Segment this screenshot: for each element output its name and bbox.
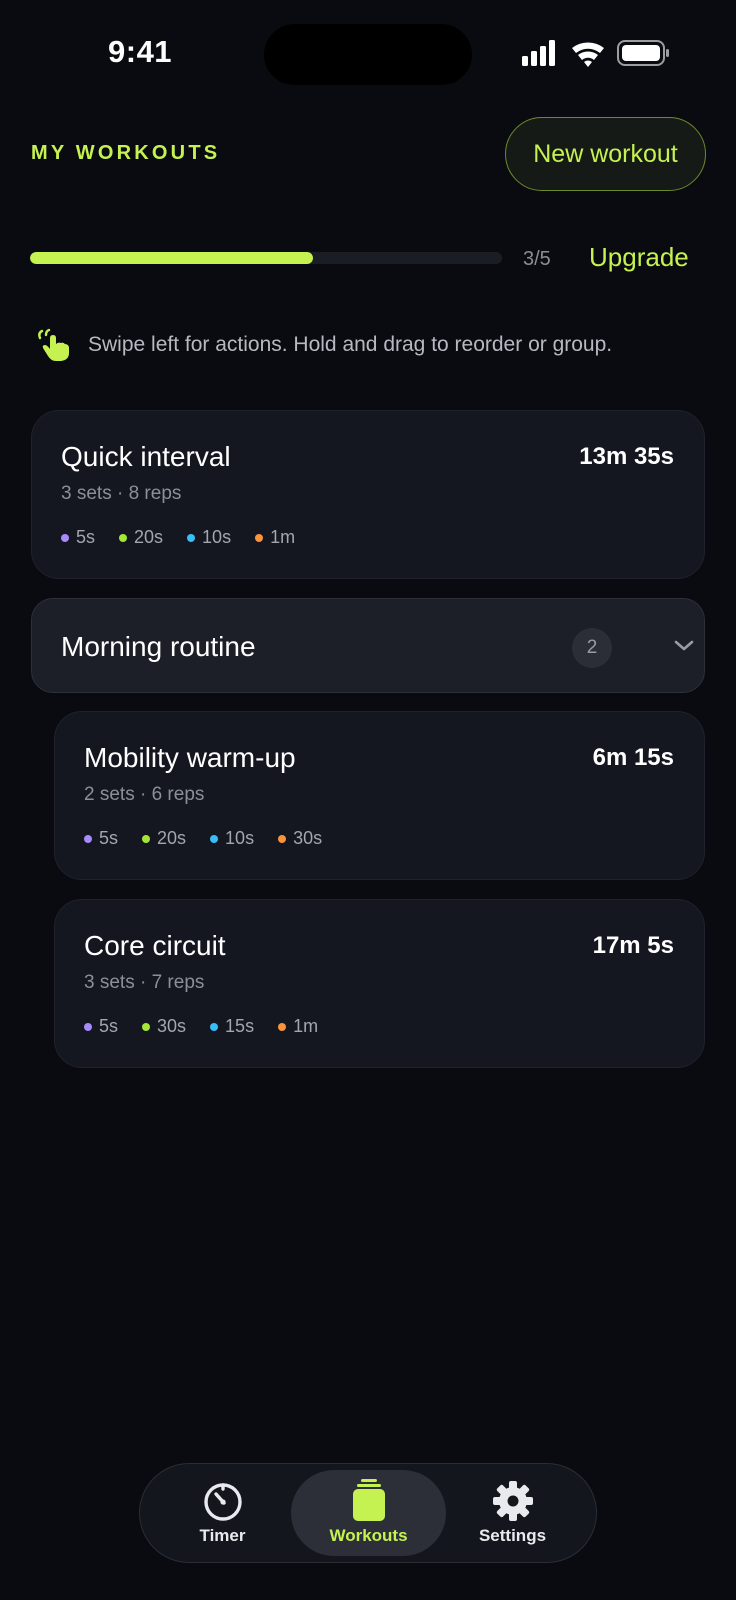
- workout-meta: 3 sets · 7 reps: [84, 972, 205, 993]
- workout-duration: 13m 35s: [579, 443, 674, 470]
- segment-label: 5s: [76, 527, 96, 547]
- segment-chip: 5s: [84, 828, 118, 849]
- segment-label: 1m: [293, 1016, 319, 1036]
- tab-label: Timer: [199, 1526, 246, 1545]
- segment-dot: [61, 533, 69, 542]
- wifi-icon: [572, 42, 604, 67]
- segment-label: 5s: [99, 828, 119, 848]
- segment-label: 30s: [293, 828, 323, 848]
- segment-dot: [255, 533, 264, 542]
- upgrade-link[interactable]: Upgrade: [589, 242, 689, 273]
- segment-label: 20s: [157, 828, 187, 848]
- segment-label: 10s: [202, 527, 232, 547]
- new-workout-button[interactable]: New workout: [505, 117, 706, 191]
- dynamic-island: [264, 24, 472, 85]
- workout-card[interactable]: Core circuit 17m 5s 3 sets · 7 reps 5s 3…: [54, 899, 705, 1068]
- segment-dot: [84, 1022, 92, 1031]
- segment-label: 5s: [99, 1016, 119, 1036]
- segment-list: 5s 20s 10s 1m: [61, 527, 295, 548]
- segment-chip: 5s: [84, 1016, 118, 1037]
- group-header-morning-routine[interactable]: Morning routine 2: [31, 598, 705, 693]
- segment-label: 10s: [225, 828, 255, 848]
- swipe-hand-icon: [38, 328, 69, 361]
- group-title: Morning routine: [61, 631, 256, 662]
- segment-dot: [210, 1022, 219, 1031]
- hint-text: Swipe left for actions. Hold and drag to…: [88, 333, 613, 356]
- segment-dot: [278, 1022, 287, 1031]
- segment-chip: 10s: [210, 828, 254, 849]
- segment-label: 1m: [270, 527, 296, 547]
- usage-progress-bar: [30, 252, 502, 264]
- segment-chip: 30s: [142, 1016, 186, 1037]
- stopwatch-icon: [203, 1483, 242, 1521]
- workout-title: Quick interval: [61, 441, 231, 472]
- cellular-signal-icon: [522, 40, 555, 66]
- workout-duration: 17m 5s: [592, 932, 674, 959]
- usage-progress-fill: [30, 252, 314, 264]
- tab-settings[interactable]: Settings: [440, 1470, 585, 1556]
- tab-label: Settings: [478, 1526, 547, 1545]
- workouts-stack-icon: [352, 1479, 385, 1521]
- chevron-down-icon[interactable]: [672, 637, 696, 655]
- segment-label: 20s: [134, 527, 164, 547]
- status-icons: [522, 40, 669, 67]
- segment-chip: 10s: [187, 527, 231, 548]
- segment-chip: 20s: [119, 527, 163, 548]
- workout-card[interactable]: Quick interval 13m 35s 3 sets · 8 reps 5…: [31, 410, 705, 579]
- gear-icon: [492, 1481, 533, 1521]
- workout-meta: 2 sets · 6 reps: [84, 784, 205, 805]
- workout-card[interactable]: Mobility warm-up 6m 15s 2 sets · 6 reps …: [54, 711, 705, 880]
- segment-chip: 30s: [278, 828, 322, 849]
- segment-dot: [210, 834, 219, 843]
- segment-list: 5s 30s 15s 1m: [84, 1016, 318, 1037]
- workout-duration: 6m 15s: [592, 744, 674, 771]
- segment-chip: 1m: [278, 1016, 318, 1037]
- segment-label: 15s: [225, 1016, 255, 1036]
- segment-dot: [142, 834, 151, 843]
- segment-dot: [119, 533, 128, 542]
- tab-timer[interactable]: Timer: [150, 1470, 295, 1556]
- status-time: 9:41: [108, 34, 173, 69]
- segment-chip: 5s: [61, 527, 95, 548]
- group-count-badge: 2: [572, 628, 612, 668]
- segment-label: 30s: [157, 1016, 187, 1036]
- workouts-screen: 9:41 MY WORKOUTS New workout 3/5 Upgrade: [0, 0, 736, 1600]
- workout-title: Mobility warm-up: [84, 742, 296, 773]
- tab-workouts[interactable]: Workouts: [291, 1470, 446, 1556]
- battery-icon: [617, 40, 669, 66]
- segment-dot: [84, 834, 92, 843]
- workout-meta: 3 sets · 8 reps: [61, 483, 182, 504]
- segment-chip: 20s: [142, 828, 186, 849]
- segment-chip: 1m: [255, 527, 295, 548]
- tab-bar: Timer Workouts Settings: [139, 1463, 597, 1563]
- tab-label: Workouts: [329, 1526, 408, 1545]
- usage-count: 3/5: [523, 248, 551, 270]
- segment-dot: [278, 834, 287, 843]
- segment-dot: [142, 1022, 151, 1031]
- page-title: MY WORKOUTS: [31, 142, 221, 164]
- workout-title: Core circuit: [84, 930, 226, 961]
- segment-chip: 15s: [210, 1016, 254, 1037]
- segment-list: 5s 20s 10s 30s: [84, 828, 322, 849]
- segment-dot: [187, 533, 196, 542]
